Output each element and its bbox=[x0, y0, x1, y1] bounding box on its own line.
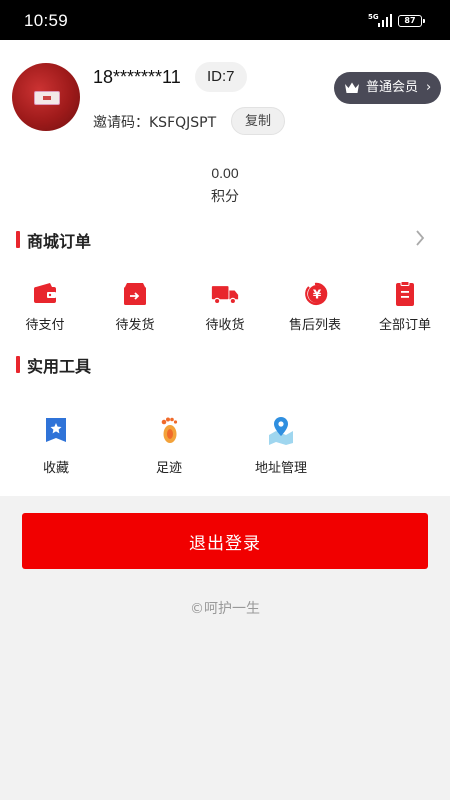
footer-copyright: ©呵护一生 bbox=[190, 601, 260, 617]
tool-label: 地址管理 bbox=[254, 461, 307, 476]
order-label: 待发货 bbox=[115, 318, 155, 333]
order-label: 售后列表 bbox=[288, 318, 341, 333]
truck-icon bbox=[211, 286, 239, 305]
membership-badge[interactable]: 普通会员 › bbox=[334, 72, 441, 104]
points-value[interactable]: 0.00 bbox=[0, 165, 450, 181]
order-label: 待支付 bbox=[25, 318, 65, 333]
star-bookmark-icon bbox=[46, 418, 66, 442]
user-phone: 18*******11 bbox=[93, 67, 181, 87]
logout-button[interactable]: 退出登录 bbox=[22, 513, 428, 569]
tool-address-management[interactable]: 地址管理 bbox=[236, 415, 326, 476]
orders-section-title: 商城订单 bbox=[16, 228, 91, 252]
tool-footprint[interactable]: 足迹 bbox=[124, 415, 214, 476]
copy-button[interactable]: 复制 bbox=[231, 107, 285, 135]
chevron-right-icon: › bbox=[426, 80, 432, 95]
points-label[interactable]: 积分 bbox=[0, 186, 450, 206]
gift-box-image bbox=[34, 91, 60, 105]
membership-label: 普通会员 bbox=[366, 80, 419, 95]
tools-section-title: 实用工具 bbox=[16, 353, 91, 377]
user-id-badge: ID:7 bbox=[195, 62, 247, 92]
svg-text:¥: ¥ bbox=[313, 288, 322, 302]
map-pin-icon bbox=[269, 417, 293, 445]
order-pending-payment[interactable]: 待支付 bbox=[0, 281, 90, 333]
crown-icon bbox=[345, 82, 359, 93]
invite-code: 邀请码：KSFQJSPT bbox=[93, 115, 217, 131]
order-all[interactable]: 全部订单 bbox=[360, 281, 450, 333]
order-status-row: 待支付 待发货 待收货 ¥ 售后列表 全部订单 bbox=[0, 281, 450, 336]
clipboard-icon bbox=[396, 281, 414, 306]
profile-page: 18*******11 ID:7 邀请码：KSFQJSPT 复制 普通会员 › … bbox=[0, 40, 450, 496]
footprint-icon bbox=[161, 417, 178, 443]
tool-label: 收藏 bbox=[42, 461, 69, 476]
order-label: 全部订单 bbox=[378, 318, 431, 333]
order-label: 待收货 bbox=[205, 318, 245, 333]
order-pending-shipment[interactable]: 待发货 bbox=[90, 281, 180, 333]
orders-more-chevron-icon[interactable] bbox=[414, 228, 426, 248]
signal-icon bbox=[378, 14, 392, 27]
battery-icon: 87 bbox=[398, 15, 425, 27]
status-time: 10:59 bbox=[24, 11, 69, 30]
tool-favorites[interactable]: 收藏 bbox=[11, 415, 101, 476]
yen-refund-icon: ¥ bbox=[305, 282, 328, 306]
tool-label: 足迹 bbox=[155, 461, 182, 476]
order-after-sales[interactable]: ¥ 售后列表 bbox=[270, 281, 360, 333]
status-bar: 10:59 5G 87 bbox=[0, 0, 450, 40]
box-arrow-icon bbox=[124, 283, 146, 305]
tools-row: 收藏 足迹 地址管理 bbox=[0, 415, 450, 476]
order-pending-receipt[interactable]: 待收货 bbox=[180, 281, 270, 333]
avatar[interactable] bbox=[12, 63, 80, 131]
wallet-icon bbox=[34, 283, 56, 303]
